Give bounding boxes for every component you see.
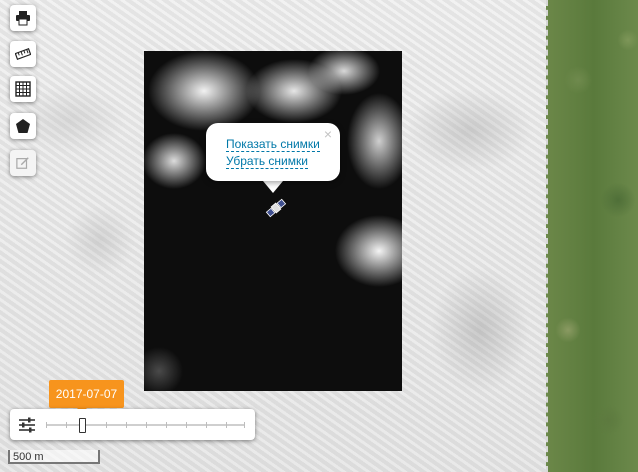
- timeline-tick: [166, 422, 167, 428]
- measure-button[interactable]: [10, 41, 36, 67]
- timeline-tick: [66, 422, 67, 428]
- grid-icon: [15, 81, 31, 97]
- timeline-tick: [126, 422, 127, 428]
- satellite-scene-image[interactable]: [144, 51, 402, 391]
- timeline-tick: [226, 422, 227, 428]
- timeline-handle[interactable]: [78, 418, 86, 433]
- edit-icon: [16, 157, 29, 169]
- timeline-date-label: 2017-07-07: [49, 380, 124, 408]
- timeline-tick: [206, 422, 207, 428]
- timeline-tick: [244, 422, 245, 428]
- timeline-tick: [186, 422, 187, 428]
- popup-tip: [263, 181, 283, 193]
- grid-button[interactable]: [10, 76, 36, 102]
- print-icon: [16, 11, 30, 26]
- hide-images-link[interactable]: Убрать снимки: [226, 155, 308, 169]
- filter-settings-icon[interactable]: [18, 417, 36, 433]
- polygon-icon: [16, 119, 30, 133]
- ruler-icon: [15, 48, 31, 60]
- timeline-tick: [146, 422, 147, 428]
- edit-button[interactable]: [10, 150, 36, 176]
- draw-polygon-button[interactable]: [10, 113, 36, 139]
- map-land-area: [546, 0, 638, 472]
- satellite-icon[interactable]: [264, 196, 288, 220]
- show-images-link[interactable]: Показать снимки: [226, 138, 320, 152]
- scale-bar: 500 m: [8, 450, 100, 464]
- popup-close-button[interactable]: ×: [324, 127, 332, 141]
- timeline-tick: [46, 422, 47, 428]
- timeline-control: [10, 409, 255, 440]
- print-button[interactable]: [10, 5, 36, 31]
- map-popup: × Показать снимки Убрать снимки: [206, 123, 340, 181]
- timeline-tick: [106, 422, 107, 428]
